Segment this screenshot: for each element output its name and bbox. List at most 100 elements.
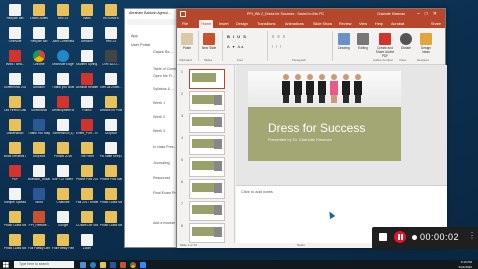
- window-controls[interactable]: –□✕: [417, 9, 442, 19]
- desktop-icon[interactable]: Joint Commission...: [52, 27, 74, 44]
- pause-button[interactable]: [394, 231, 406, 243]
- slide-editor[interactable]: Dress for Success Presented by Dr. Charl…: [236, 65, 447, 185]
- nav-app[interactable]: App: [131, 34, 138, 38]
- desktop-icon[interactable]: Charlotte: [52, 188, 74, 205]
- slide-subtitle[interactable]: Presented by Dr. Charlotte Klesman: [268, 137, 332, 142]
- powerpoint-icon[interactable]: [120, 261, 126, 268]
- tab-help[interactable]: Help: [373, 20, 385, 28]
- autosave-icon[interactable]: [180, 11, 186, 17]
- desktop-icon[interactable]: Screenshot: [28, 96, 50, 113]
- slide-thumbnail[interactable]: [189, 223, 225, 243]
- module-item[interactable]: Resources: [153, 176, 170, 180]
- desktop-icon[interactable]: PDF: [4, 165, 26, 182]
- desktop-icon[interactable]: Sample Spreadsheet: [4, 188, 26, 205]
- create-share-pdf-button[interactable]: Create and Share Adobe PDF: [373, 33, 397, 58]
- slide-thumbnail[interactable]: [189, 157, 225, 177]
- new-slide-button[interactable]: New Slide: [201, 33, 217, 50]
- module-item[interactable]: Syllabus & ...: [153, 87, 174, 91]
- slide-thumbnail[interactable]: [189, 69, 225, 89]
- editing-button[interactable]: Editing: [355, 33, 371, 50]
- desktop-icon[interactable]: DropBox: [28, 142, 50, 159]
- desktop-icon[interactable]: Photo Class May 2020: [100, 188, 122, 205]
- chrome-icon[interactable]: [130, 261, 136, 268]
- stop-button[interactable]: [379, 233, 387, 241]
- desktop-icon[interactable]: Articles for Publication: [100, 96, 122, 113]
- module-item[interactable]: Add a module: [153, 221, 175, 225]
- notes-placeholder[interactable]: Click to add notes: [241, 189, 273, 194]
- desktop-icon[interactable]: Development of a Multim...: [52, 96, 74, 113]
- desktop-icon[interactable]: Brandon_Rosaura: [28, 165, 50, 182]
- desktop-icon[interactable]: Student Spring...: [76, 50, 98, 67]
- desktop-icon[interactable]: Lovell Jones: [28, 4, 50, 21]
- tab-home[interactable]: Home: [199, 20, 214, 28]
- nav-user-portal[interactable]: User Portal: [131, 43, 150, 47]
- desktop-icon[interactable]: Photo Class May 2020: [100, 211, 122, 228]
- edge-icon[interactable]: [90, 261, 96, 268]
- module-item[interactable]: Journaling: [153, 161, 170, 165]
- taskbar-search[interactable]: Type here to search: [14, 261, 74, 268]
- desktop-icon[interactable]: SNP CD Video to Screenc...: [52, 165, 74, 182]
- font-color-buttons[interactable]: A ▾ Aa: [227, 44, 244, 49]
- dictate-button[interactable]: Dictate: [399, 33, 413, 50]
- desktop-icon[interactable]: Phone Pics May 2020: [100, 165, 122, 182]
- desktop-icon[interactable]: Phone Pics 2019: [76, 165, 98, 182]
- desktop-icon[interactable]: Microsoft Edge: [52, 50, 74, 67]
- desktop-icon[interactable]: Dropbox: [100, 119, 122, 136]
- desktop-icon[interactable]: Word: [28, 188, 50, 205]
- desktop-icon[interactable]: Chrome: [28, 50, 50, 67]
- slide-thumbnail[interactable]: [189, 201, 225, 221]
- desktop-icon[interactable]: PPt_Remote...: [28, 211, 50, 228]
- share-button[interactable]: Share: [431, 20, 441, 28]
- tab-view[interactable]: View: [357, 20, 369, 28]
- desktop-icon[interactable]: Screenshot 2020...: [4, 73, 26, 90]
- paste-button[interactable]: Paste: [180, 33, 194, 50]
- slide-thumbnail[interactable]: [189, 113, 225, 133]
- desktop-icon[interactable]: Photo Class May 2020: [4, 234, 26, 251]
- zoom-icon[interactable]: [140, 261, 146, 268]
- desktop-icon[interactable]: Thank you Note...: [52, 73, 74, 90]
- user-name[interactable]: Charlotte Klesman: [377, 9, 405, 19]
- tab-insert[interactable]: Insert: [217, 20, 231, 28]
- desktop-icon[interactable]: Amazon: [76, 27, 98, 44]
- desktop-icon[interactable]: Dissertation: [4, 119, 26, 136]
- slide-thumbnail[interactable]: [189, 91, 225, 111]
- module-item[interactable]: Week 1: [153, 101, 165, 105]
- design-ideas-button[interactable]: Design Ideas: [417, 33, 435, 54]
- tab-transitions[interactable]: Transitions: [255, 20, 277, 28]
- drawing-button[interactable]: Drawing: [335, 33, 353, 50]
- notes-toggle[interactable]: Notes: [297, 243, 305, 248]
- desktop-icon[interactable]: Fall 2017 Roste...: [76, 188, 98, 205]
- slide-thumbnail[interactable]: [189, 135, 225, 155]
- alignment-buttons[interactable]: ⫶ ⫶ ⫶: [272, 44, 282, 49]
- desktop-icon[interactable]: Amazon: [28, 73, 50, 90]
- desktop-icon[interactable]: INRB7 Bea...: [4, 50, 26, 67]
- desktop-icon[interactable]: Recycle Bin: [4, 4, 26, 21]
- desktop-icon[interactable]: Full Family Dinner 2019: [28, 234, 50, 251]
- file-explorer-icon[interactable]: [100, 261, 106, 268]
- slide-thumbnail[interactable]: [189, 179, 225, 199]
- desktop-icon[interactable]: OneNote: [4, 27, 26, 44]
- desktop-icon[interactable]: Full/Family Park Studio...: [52, 234, 74, 251]
- more-options-icon[interactable]: ⋮: [468, 231, 476, 240]
- system-clock[interactable]: 6:19 PM 6/24/2020: [459, 260, 472, 269]
- paragraph-buttons[interactable]: ≡ ≡ ≡: [272, 34, 286, 39]
- tab-animations[interactable]: Animations: [283, 20, 306, 28]
- task-view-icon[interactable]: [80, 261, 86, 268]
- desktop-icon[interactable]: Gen All Zoom...: [100, 73, 122, 90]
- desktop-icon[interactable]: Photos 2016: [52, 142, 74, 159]
- desktop-icon[interactable]: Event_Purr... Expenses_S...: [76, 119, 98, 136]
- desktop-icon[interactable]: Zoom: [76, 234, 98, 251]
- desktop-icon[interactable]: Recycle Bin: [28, 27, 50, 44]
- word-icon[interactable]: [110, 261, 116, 268]
- desktop-icon[interactable]: DIRT&CO...: [100, 50, 122, 67]
- desktop-icon[interactable]: The Farm: [76, 142, 98, 159]
- tab-acrobat[interactable]: Acrobat: [389, 20, 406, 28]
- desktop-icon[interactable]: Screenshot (1): [52, 119, 74, 136]
- desktop-icon[interactable]: Acrobat Reader DC: [76, 73, 98, 90]
- tab-design[interactable]: Design: [234, 20, 250, 28]
- slide-title[interactable]: Dress for Success: [268, 121, 365, 135]
- desktop-icon[interactable]: Photo Class May 2020: [4, 211, 26, 228]
- slide-thumbnail-pane[interactable]: 123456789: [177, 65, 235, 243]
- desktop-icon[interactable]: COMM/159 Still Questions: [76, 211, 98, 228]
- current-slide[interactable]: Dress for Success Presented by Dr. Charl…: [248, 71, 401, 161]
